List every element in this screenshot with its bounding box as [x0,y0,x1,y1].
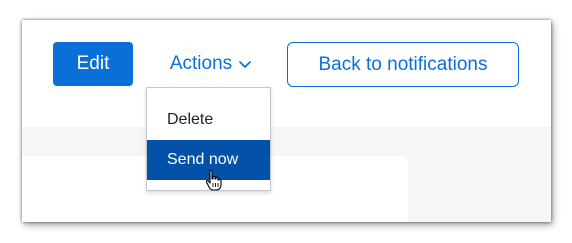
chevron-down-icon [239,61,251,68]
back-to-notifications-button[interactable]: Back to notifications [287,42,519,87]
actions-label: Actions [169,53,233,74]
actions-dropdown-button[interactable]: Actions [156,42,266,86]
app-window: Edit Actions Back to notifications Delet… [22,20,551,222]
menu-item-delete[interactable]: Delete [147,100,270,140]
hand-pointer-icon [205,169,222,191]
edit-button[interactable]: Edit [53,42,133,86]
